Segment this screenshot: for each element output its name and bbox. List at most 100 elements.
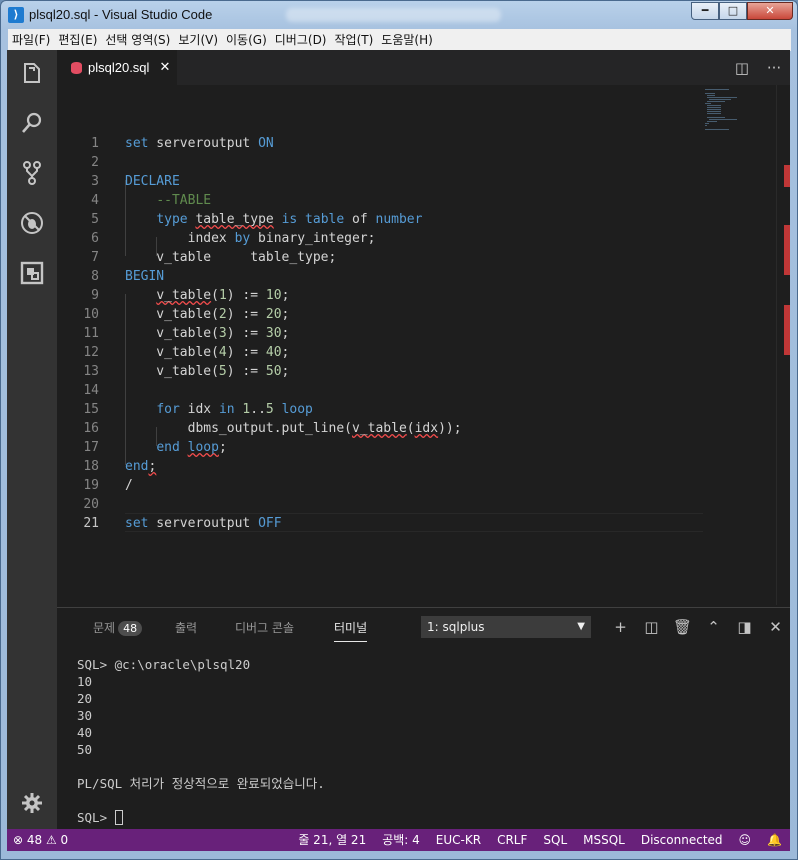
code-line: 9 v_table(1) := 10;: [91, 288, 290, 303]
toggle-panel-position-icon[interactable]: ◨: [729, 616, 760, 638]
code-line: 2: [91, 155, 99, 170]
close-panel-icon[interactable]: ✕: [760, 616, 791, 638]
tab-problems[interactable]: 문제 48: [93, 619, 143, 636]
problems-count-badge: 48: [118, 621, 143, 636]
code-line: 15 for idx in 1..5 loop: [83, 402, 313, 417]
language-mode[interactable]: SQL: [535, 829, 575, 851]
terminal-select[interactable]: 1: sqlplus ▼: [421, 616, 591, 638]
problems-label: 문제: [93, 621, 116, 635]
kill-terminal-icon[interactable]: 🗑: [667, 616, 698, 638]
menu-help[interactable]: 도움말(H): [377, 29, 437, 51]
vertical-scrollbar[interactable]: [776, 85, 790, 605]
extensions-icon[interactable]: [19, 260, 45, 286]
maximize-panel-icon[interactable]: ⌃: [698, 616, 729, 638]
split-terminal-icon[interactable]: ◫: [636, 616, 667, 638]
terminal-line: PL/SQL 처리가 정상적으로 완료되었습니다.: [77, 776, 325, 791]
editor-tab-bar: plsql20.sql ✕ ◫ ···: [57, 50, 790, 85]
sql-dialect[interactable]: MSSQL: [575, 829, 633, 851]
status-bar: ⊗ 48 ⚠ 0 줄 21, 열 21 공백: 4 EUC-KR CRLF SQ…: [7, 829, 790, 851]
tab-terminal[interactable]: 터미널: [334, 619, 368, 642]
problems-status[interactable]: ⊗ 48 ⚠ 0: [13, 829, 68, 851]
vscode-icon: ⟩: [8, 7, 24, 23]
code-line: 18 end;: [83, 459, 157, 474]
code-line: 6 index by binary_integer;: [91, 231, 376, 246]
menu-file[interactable]: 파일(F): [8, 29, 54, 51]
panel-tab-bar: 문제 48 출력 디버그 콘솔 터미널 1: sqlplus ▼ + ◫ 🗑 ⌃ ◨…: [57, 608, 790, 644]
minimap[interactable]: [705, 85, 775, 605]
code-editor[interactable]: 1 set serveroutput ON 2 3 DECLARE 4 --TABL…: [57, 85, 790, 605]
code-line: 21 set serveroutput OFF: [83, 516, 282, 531]
code-line: 17 end loop;: [83, 440, 227, 455]
error-count: ⊗ 48: [13, 833, 43, 847]
more-actions-icon[interactable]: ···: [758, 59, 790, 77]
tab-label: plsql20.sql: [88, 60, 150, 75]
terminal-line: 30: [77, 708, 93, 723]
indentation[interactable]: 공백: 4: [374, 829, 428, 851]
menu-tasks[interactable]: 작업(T): [331, 29, 378, 51]
menu-go[interactable]: 이동(G): [222, 29, 271, 51]
close-button[interactable]: ✕: [747, 2, 793, 20]
terminal-cursor: [114, 810, 123, 825]
database-file-icon: [71, 61, 82, 74]
terminal-prompt-line[interactable]: SQL>: [77, 809, 325, 826]
maximize-button[interactable]: □: [719, 2, 747, 20]
blurred-title-area: [286, 8, 501, 22]
terminal-line: 50: [77, 742, 93, 757]
activity-bar: [7, 50, 57, 829]
code-line: 3 DECLARE: [91, 174, 180, 189]
menu-bar: 파일(F) 편집(E) 선택 영역(S) 보기(V) 이동(G) 디버그(D) …: [8, 29, 791, 51]
code-line: 4 --TABLE: [91, 193, 212, 208]
terminal-line: 40: [77, 725, 93, 740]
source-control-icon[interactable]: [19, 160, 45, 186]
tab-debug-console[interactable]: 디버그 콘솔: [235, 619, 294, 636]
menu-debug[interactable]: 디버그(D): [271, 29, 331, 51]
warning-count: ⚠ 0: [45, 833, 69, 847]
feedback-icon[interactable]: ☺: [731, 829, 760, 851]
error-marker: [784, 225, 790, 275]
menu-view[interactable]: 보기(V): [174, 29, 222, 51]
code-line: 16 dbms_output.put_line(v_table(idx));: [83, 421, 462, 436]
terminal-prompt: SQL>: [77, 810, 115, 825]
search-icon[interactable]: [19, 110, 45, 136]
cursor-position[interactable]: 줄 21, 열 21: [290, 829, 374, 851]
title-bar[interactable]: ⟩ plsql20.sql - Visual Studio Code ━ □ ✕: [1, 1, 797, 29]
workbench: plsql20.sql ✕ ◫ ··· 1 set serveroutput ON…: [7, 50, 790, 829]
window-title: plsql20.sql - Visual Studio Code: [29, 7, 213, 22]
terminal-output[interactable]: SQL> @c:\oracle\plsql20 10 20 30 40 50 P…: [77, 656, 325, 826]
terminal-line: 10: [77, 674, 93, 689]
code-line: 12 v_table(4) := 40;: [83, 345, 290, 360]
menu-edit[interactable]: 편집(E): [54, 29, 101, 51]
explorer-icon[interactable]: [19, 60, 45, 86]
notifications-bell-icon[interactable]: 🔔: [759, 829, 790, 851]
bottom-panel: 문제 48 출력 디버그 콘솔 터미널 1: sqlplus ▼ + ◫ 🗑 ⌃ ◨…: [57, 607, 790, 829]
code-line: 8 BEGIN: [91, 269, 165, 284]
error-marker: [784, 165, 790, 187]
terminal-line: SQL> @c:\oracle\plsql20: [77, 657, 251, 672]
minimize-button[interactable]: ━: [691, 2, 719, 20]
settings-gear-icon[interactable]: [19, 790, 45, 816]
debug-icon[interactable]: [19, 210, 45, 236]
split-editor-icon[interactable]: ◫: [726, 59, 758, 77]
code-line: 13 v_table(5) := 50;: [83, 364, 290, 379]
code-line: 11 v_table(3) := 30;: [83, 326, 290, 341]
tab-close-icon[interactable]: ✕: [159, 60, 170, 75]
connection-status[interactable]: Disconnected: [633, 829, 731, 851]
end-of-line[interactable]: CRLF: [489, 829, 535, 851]
new-terminal-icon[interactable]: +: [605, 616, 636, 638]
code-line: 19/: [83, 478, 133, 493]
terminal-select-value: 1: sqlplus: [427, 620, 485, 634]
code-line: 1 set serveroutput ON: [91, 136, 274, 151]
tab-plsql20[interactable]: plsql20.sql ✕: [57, 50, 177, 85]
code-line: 14: [83, 383, 99, 398]
code-line: 5 type table_type is table of number: [91, 212, 423, 227]
menu-selection[interactable]: 선택 영역(S): [101, 29, 174, 51]
terminal-line: 20: [77, 691, 93, 706]
tab-output[interactable]: 출력: [175, 619, 197, 636]
chevron-down-icon: ▼: [577, 621, 585, 632]
code-line: 7 v_table table_type;: [91, 250, 337, 265]
encoding[interactable]: EUC-KR: [428, 829, 489, 851]
error-marker: [784, 305, 790, 355]
code-line: 20: [83, 497, 99, 512]
